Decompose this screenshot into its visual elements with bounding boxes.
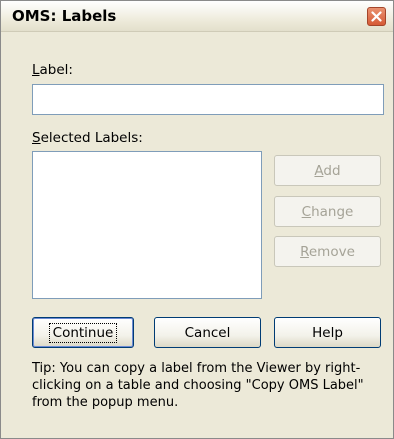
cancel-button[interactable]: Cancel	[154, 317, 261, 348]
remove-button[interactable]: Remove	[274, 236, 381, 267]
window-title: OMS: Labels	[12, 7, 117, 25]
selected-labels-list[interactable]	[32, 151, 262, 299]
oms-labels-dialog: OMS: Labels Label: Selected Labels: Add …	[0, 0, 394, 439]
help-button[interactable]: Help	[274, 317, 381, 348]
close-button[interactable]	[367, 7, 386, 26]
close-icon	[371, 11, 382, 22]
label-field-caption: Label:	[32, 62, 73, 78]
change-button[interactable]: Change	[274, 196, 381, 227]
selected-labels-caption: Selected Labels:	[32, 130, 143, 146]
add-button[interactable]: Add	[274, 155, 381, 186]
label-input[interactable]	[32, 84, 384, 115]
continue-button[interactable]: Continue	[32, 317, 134, 348]
tip-text: Tip: You can copy a label from the Viewe…	[32, 361, 364, 410]
title-bar[interactable]: OMS: Labels	[1, 1, 393, 32]
